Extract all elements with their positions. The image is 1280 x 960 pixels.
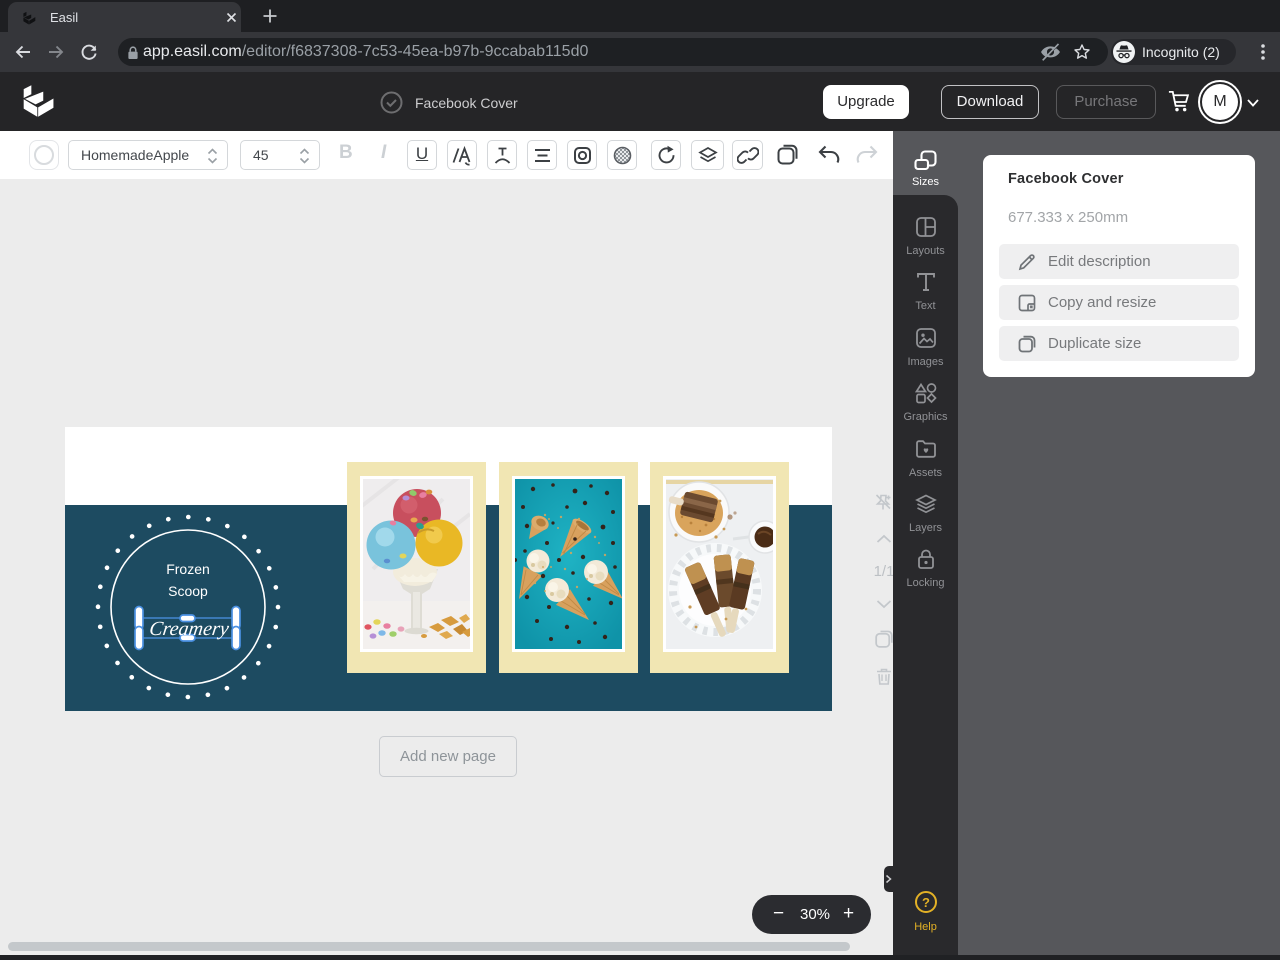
svg-text:Frozen: Frozen: [166, 561, 210, 577]
svg-text:?: ?: [922, 895, 930, 910]
svg-text:Creamery: Creamery: [148, 618, 230, 640]
svg-text:Scoop: Scoop: [168, 583, 208, 599]
